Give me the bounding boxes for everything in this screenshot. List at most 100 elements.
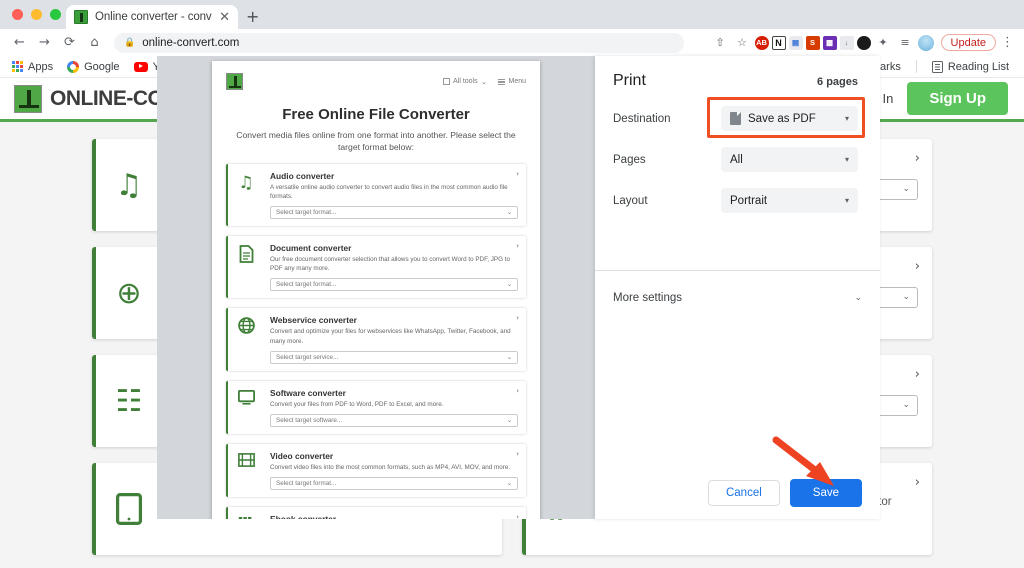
maximize-window-button[interactable] [50,9,61,20]
card-title: Document converter [270,243,352,254]
chevron-down-icon: ▾ [844,114,849,123]
tab-close-icon[interactable]: ✕ [219,11,230,24]
chevron-down-icon: ▾ [844,155,849,164]
card-body: Webservice converter Convert and optimiz… [270,315,518,364]
music-note-icon: ♫ [238,172,254,193]
card-chevron-icon: › [516,386,519,395]
tab-title: Online converter - convert vid [95,11,212,23]
browser-toolbar: ← → ⟳ ⌂ 🔒 online-convert.com ⇧ ☆ AB N ▤ … [0,29,1024,56]
minimize-window-button[interactable] [31,9,42,20]
card-body: Software converter Convert your files fr… [270,388,518,427]
tablet-device-glyph [116,493,142,525]
purple-extension-icon[interactable]: ▩ [822,35,837,50]
layout-select[interactable]: Portrait ▾ [721,188,858,213]
site-logo[interactable]: ONLINE-CON [14,84,179,113]
preview-menu: Menu [497,78,526,85]
page-title: Print [613,72,646,89]
card-select: Select target format... ⌄ [270,278,518,292]
notion-extension-icon[interactable]: N [771,35,786,50]
preview-nav: All tools ⌄ Menu [442,78,526,86]
print-preview-pane[interactable]: All tools ⌄ Menu Free Online File Conver… [157,56,595,519]
signup-button[interactable]: Sign Up [907,82,1008,115]
card-chevron-icon: › [914,259,920,274]
menu-label: Menu [508,78,526,85]
address-bar[interactable]: 🔒 online-convert.com [114,32,684,53]
card-select-placeholder: Select target service... [276,353,339,361]
card-chevron-icon: › [516,512,519,519]
preview-card-ebook-converter: Ebook converter A list of versatile onli… [226,506,526,519]
chevron-down-icon: ⌄ [854,293,862,303]
card-select: Select target format... ⌄ [270,206,518,220]
layout-row: Layout Portrait ▾ [595,188,880,213]
new-tab-button[interactable]: + [246,9,259,25]
chevron-down-icon: ⌄ [506,353,512,361]
film-strip-icon [228,451,264,490]
chevron-down-icon: ⌄ [481,78,487,86]
youtube-icon [133,61,148,72]
download-icon[interactable]: ↓ [839,35,854,50]
card-title: Ebook converter [270,513,337,519]
chevron-down-icon: ⌄ [506,479,512,487]
back-button[interactable]: ← [7,30,32,55]
browser-tab[interactable]: Online converter - convert vid ✕ [66,5,238,29]
dark-extension-icon[interactable] [856,35,871,50]
chevron-down-icon: ▾ [844,196,849,205]
more-settings-toggle[interactable]: More settings ⌄ [613,288,862,308]
card-select: Select target software... ⌄ [270,413,518,427]
pages-value: All [730,153,743,166]
pages-label: Pages [613,153,646,166]
bookmark-star-icon[interactable]: ☆ [733,33,752,52]
reading-list-label: Reading List [947,60,1009,73]
tablet-device-icon [96,475,162,543]
share-icon[interactable]: ⇧ [711,33,730,52]
card-select-placeholder: Select target software... [276,416,343,424]
layout-label: Layout [613,194,648,207]
reload-button[interactable]: ⟳ [57,30,82,55]
clipboard-extension-icon[interactable]: ▤ [788,35,803,50]
reading-list-icon[interactable]: ≡ [896,33,915,52]
s-extension-icon[interactable]: S [805,35,820,50]
print-settings-panel: Print 6 pages Destination Save as PDF ▾ … [595,56,880,519]
globe-glyph [237,317,255,335]
cancel-button[interactable]: Cancel [707,479,780,506]
close-window-button[interactable] [12,9,23,20]
reading-list-panel-icon [931,60,943,73]
card-select: Select target service... ⌄ [270,350,518,364]
globe-icon: ⊕ [116,275,142,311]
google-g-icon [67,60,80,73]
adblock-extension-icon[interactable]: AB [754,35,769,50]
document-icon [228,243,264,291]
pages-row: Pages All ▾ [595,147,880,172]
window-traffic-lights [12,9,61,20]
profile-avatar[interactable] [917,34,934,51]
card-body: Ebook converter A list of versatile onli… [270,514,518,519]
card-chevron-icon: › [516,242,519,251]
bookmark-google[interactable]: Google [60,60,126,73]
update-button[interactable]: Update [940,34,996,51]
chevron-down-icon: ⌄ [506,209,512,217]
extensions-puzzle-icon[interactable]: ✦ [874,33,893,52]
hamburger-icon [497,78,505,85]
destination-select[interactable]: Save as PDF ▾ [721,106,858,131]
preview-subheading: Convert media files online from one form… [236,130,516,153]
chrome-menu-icon[interactable]: ⋮ [999,35,1016,50]
save-button[interactable]: Save [789,478,862,507]
card-select-placeholder: Select target format... [276,281,337,289]
destination-label: Destination [613,112,671,125]
print-preview-page: All tools ⌄ Menu Free Online File Conver… [212,61,540,519]
reading-list-button[interactable]: Reading List [925,60,1016,73]
forward-button[interactable]: → [32,30,57,55]
destination-value: Save as PDF [748,112,816,125]
pages-select[interactable]: All ▾ [721,147,858,172]
card-body: Audio converter A versatile online audio… [270,171,518,220]
card-desc: Our free document converter selection th… [270,256,510,273]
bookmark-apps[interactable]: Apps [5,61,60,73]
online-convert-logo-icon [14,84,42,113]
monitor-glyph [237,389,255,405]
bookmark-google-label: Google [84,60,120,73]
home-button[interactable]: ⌂ [82,30,107,55]
all-tools-label: All tools [453,78,478,85]
books-glyph [238,516,251,519]
destination-row: Destination Save as PDF ▾ [595,106,880,131]
browser-window: Online converter - convert vid ✕ + ← → ⟳… [0,0,1024,568]
